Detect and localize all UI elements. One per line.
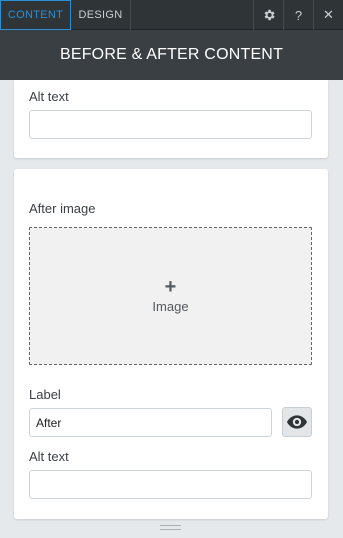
alt-text-label: Alt text [29, 89, 69, 104]
visibility-toggle-button[interactable] [282, 407, 312, 437]
tab-content[interactable]: CONTENT [0, 0, 71, 30]
settings-button[interactable] [253, 0, 283, 30]
dropzone-label: Image [152, 299, 189, 314]
top-bar: CONTENT DESIGN ? ✕ [0, 0, 343, 30]
alt-text-input-2[interactable] [29, 470, 312, 499]
after-image-label: After image [29, 201, 96, 216]
alt-text-input[interactable] [29, 110, 312, 139]
tab-design[interactable]: DESIGN [71, 0, 131, 30]
label-field-label: Label [29, 387, 61, 402]
after-image-section: After image + Image Label After Alt text [14, 169, 328, 519]
eye-icon [287, 415, 307, 429]
plus-icon: + [164, 276, 177, 298]
help-button[interactable]: ? [283, 0, 313, 30]
resize-grip-icon[interactable] [160, 525, 181, 530]
close-button[interactable]: ✕ [313, 0, 343, 30]
alt-text-label-2: Alt text [29, 449, 69, 464]
image-dropzone[interactable]: + Image [29, 227, 312, 365]
page-title: BEFORE & AFTER CONTENT [59, 46, 284, 63]
gear-icon [264, 9, 275, 21]
help-icon: ? [294, 7, 303, 23]
close-icon: ✕ [323, 7, 334, 22]
top-bar-spacer [131, 0, 253, 29]
panel-header: BEFORE & AFTER CONTENT [0, 30, 343, 80]
before-image-section: Alt text [14, 80, 328, 158]
label-input[interactable]: After [29, 408, 272, 437]
